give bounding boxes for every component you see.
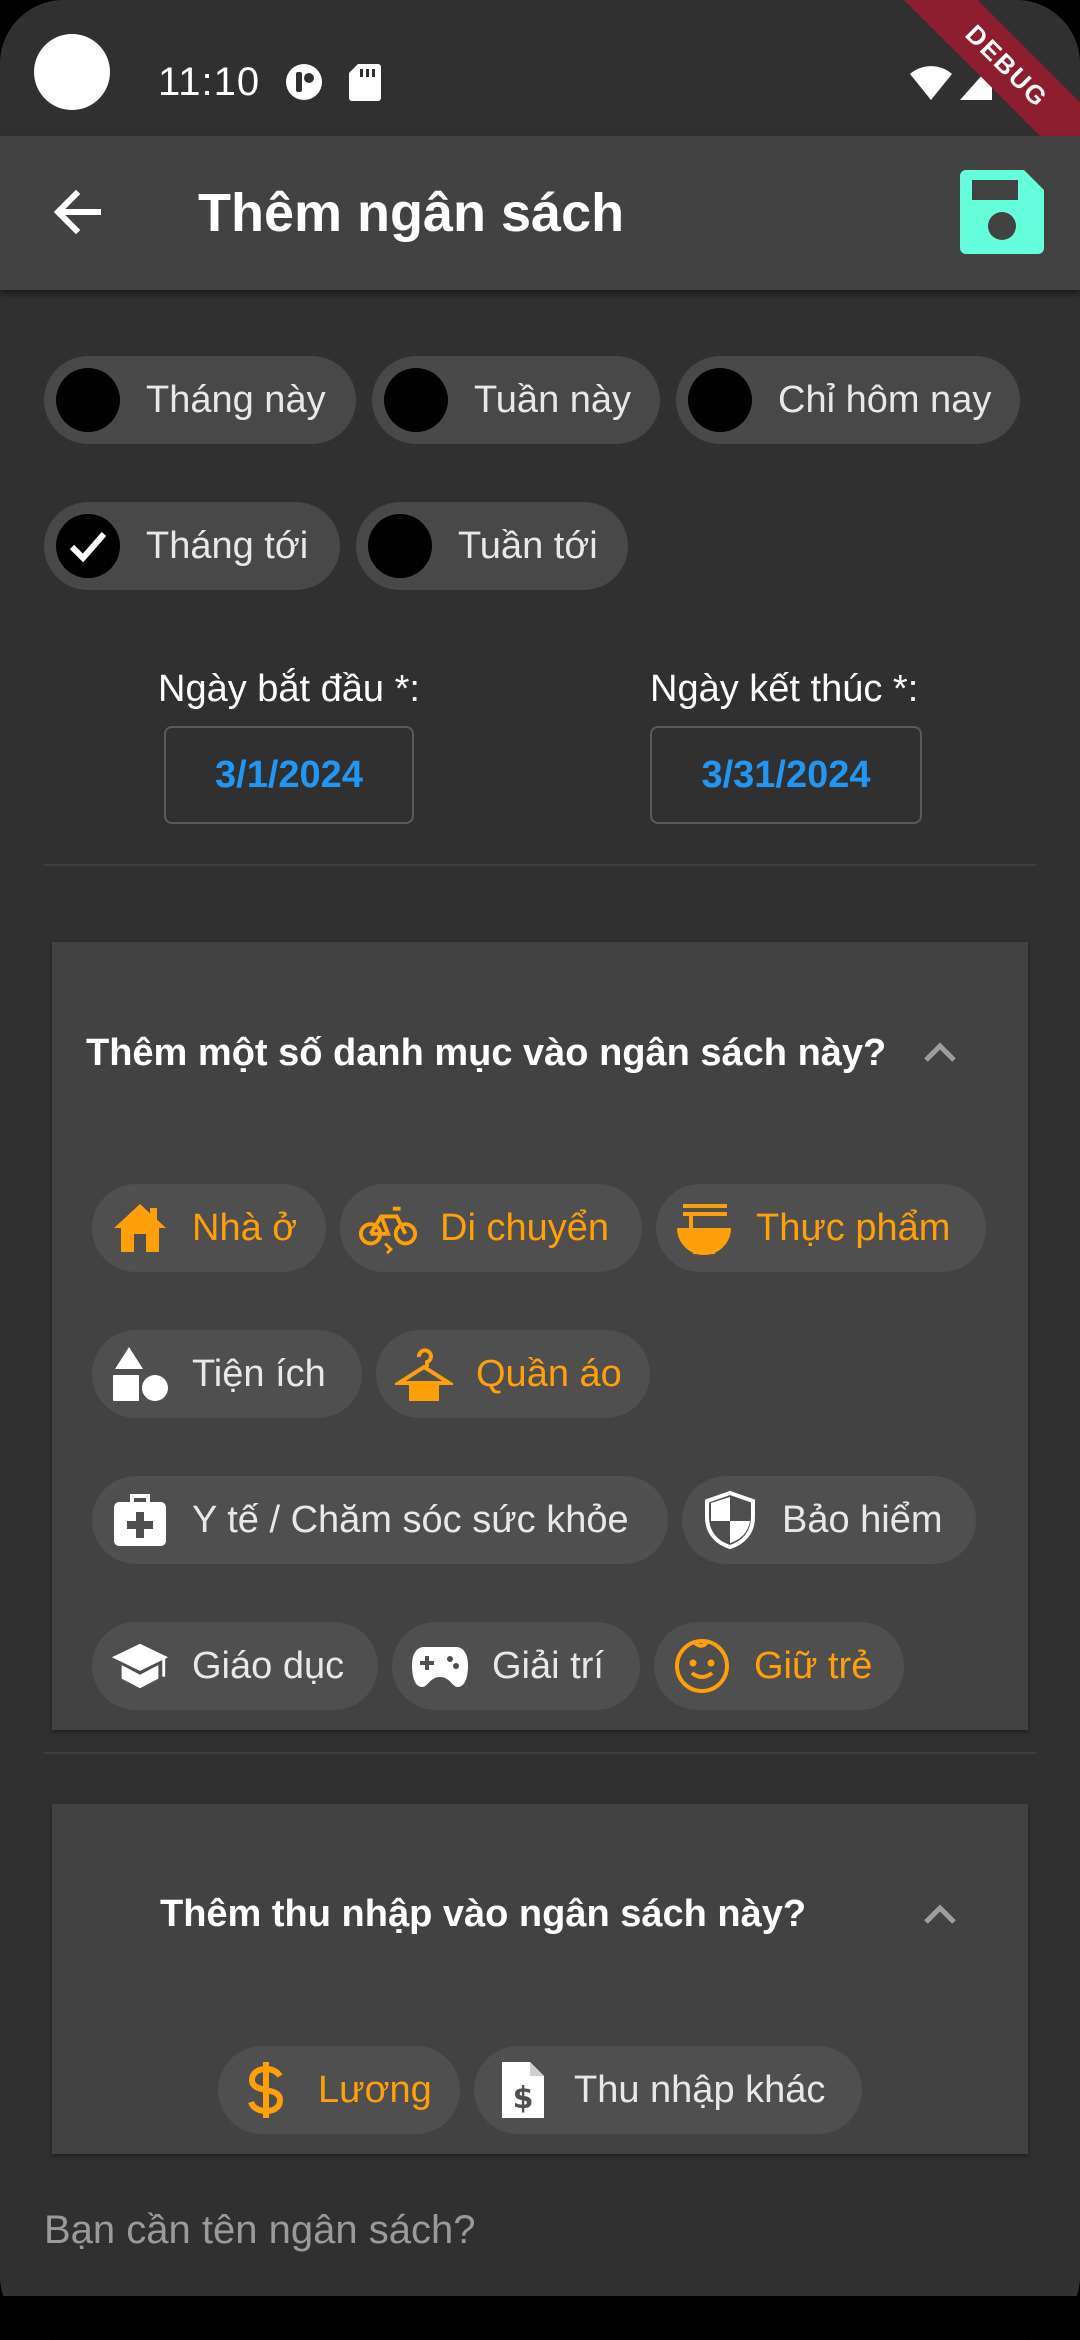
unchecked-circle-icon — [368, 514, 432, 578]
chip-label: Thực phẩm — [756, 1206, 951, 1249]
income-chip-salary[interactable]: Lương — [218, 2046, 460, 2134]
graduation-cap-icon — [110, 1636, 170, 1696]
baby-face-icon — [672, 1636, 732, 1696]
chevron-up-icon[interactable] — [918, 1030, 962, 1074]
unchecked-circle-icon — [56, 368, 120, 432]
category-chip-utilities[interactable]: Tiện ích — [92, 1330, 362, 1418]
shapes-icon — [110, 1344, 170, 1404]
category-chip-entertainment[interactable]: Giải trí — [392, 1622, 640, 1710]
medical-kit-icon — [110, 1490, 170, 1550]
save-button[interactable] — [958, 168, 1046, 256]
chip-label: Giải trí — [492, 1644, 604, 1687]
income-chip-other[interactable]: $ Thu nhập khác — [474, 2046, 862, 2134]
chip-label: Y tế / Chăm sóc sức khỏe — [192, 1498, 629, 1541]
gamepad-icon — [410, 1636, 470, 1696]
chip-label: Bảo hiểm — [782, 1498, 943, 1541]
income-panel-title[interactable]: Thêm thu nhập vào ngân sách này? — [160, 1893, 806, 1936]
start-date-label: Ngày bắt đầu *: — [158, 668, 420, 710]
end-date-field[interactable]: 3/31/2024 — [650, 726, 922, 824]
noodle-bowl-icon — [674, 1198, 734, 1258]
chip-label: Giáo dục — [192, 1644, 345, 1687]
category-chip-insurance[interactable]: Bảo hiểm — [682, 1476, 976, 1564]
chip-label: Quần áo — [476, 1352, 622, 1395]
category-chip-clothes[interactable]: Quần áo — [376, 1330, 650, 1418]
chip-label: Tháng tới — [146, 524, 309, 567]
shield-icon — [700, 1490, 760, 1550]
clothes-hanger-icon — [394, 1344, 454, 1404]
unchecked-circle-icon — [688, 368, 752, 432]
chevron-up-icon[interactable] — [918, 1892, 962, 1936]
chip-label: Thu nhập khác — [574, 2068, 826, 2111]
chip-label: Tuần này — [474, 378, 632, 421]
app-bar: Thêm ngân sách — [0, 136, 1080, 290]
period-chip-next-month[interactable]: Tháng tới — [44, 502, 340, 590]
chip-label: Lương — [318, 2068, 432, 2111]
camera-cutout — [34, 34, 110, 110]
chip-label: Nhà ở — [192, 1206, 298, 1249]
category-chip-housing[interactable]: Nhà ở — [92, 1184, 326, 1272]
period-chip-this-week[interactable]: Tuần này — [372, 356, 660, 444]
chip-label: Tháng này — [146, 378, 326, 421]
status-time: 11:10 — [158, 60, 261, 104]
categories-panel-title[interactable]: Thêm một số danh mục vào ngân sách này? — [86, 1032, 886, 1075]
budget-name-input[interactable]: Bạn cần tên ngân sách? — [44, 2208, 475, 2253]
category-chip-healthcare[interactable]: Y tế / Chăm sóc sức khỏe — [92, 1476, 668, 1564]
end-date-label: Ngày kết thúc *: — [650, 668, 919, 710]
period-chip-this-month[interactable]: Tháng này — [44, 356, 356, 444]
bicycle-icon — [358, 1198, 418, 1258]
category-chip-childcare[interactable]: Giữ trẻ — [654, 1622, 904, 1710]
phone-screen: 11:10 DEBUG Thêm ngân sách Tháng này Tuầ… — [0, 0, 1080, 2340]
house-icon — [110, 1198, 170, 1258]
check-icon — [56, 514, 120, 578]
page-title: Thêm ngân sách — [198, 183, 625, 243]
divider — [44, 864, 1036, 866]
dollar-icon — [236, 2060, 296, 2120]
svg-text:$: $ — [513, 2081, 534, 2116]
category-chip-food[interactable]: Thực phẩm — [656, 1184, 986, 1272]
chip-label: Tuần tới — [458, 524, 598, 567]
chip-label: Giữ trẻ — [754, 1644, 873, 1687]
arrow-left-icon[interactable] — [48, 182, 108, 242]
status-bar: 11:10 DEBUG — [0, 0, 1080, 202]
unchecked-circle-icon — [384, 368, 448, 432]
divider — [44, 1752, 1036, 1754]
start-date-field[interactable]: 3/1/2024 — [164, 726, 414, 824]
category-chip-transport[interactable]: Di chuyển — [340, 1184, 642, 1272]
sd-card-icon — [349, 64, 381, 101]
app-notification-icon — [286, 64, 322, 100]
period-chip-next-week[interactable]: Tuần tới — [356, 502, 628, 590]
chip-label: Tiện ích — [192, 1352, 326, 1395]
wifi-icon — [910, 66, 952, 100]
chip-label: Di chuyển — [440, 1206, 609, 1249]
period-chip-today-only[interactable]: Chỉ hôm nay — [676, 356, 1020, 444]
system-nav-bar — [0, 2296, 1080, 2340]
invoice-icon: $ — [492, 2060, 552, 2120]
chip-label: Chỉ hôm nay — [778, 378, 992, 421]
category-chip-education[interactable]: Giáo dục — [92, 1622, 378, 1710]
